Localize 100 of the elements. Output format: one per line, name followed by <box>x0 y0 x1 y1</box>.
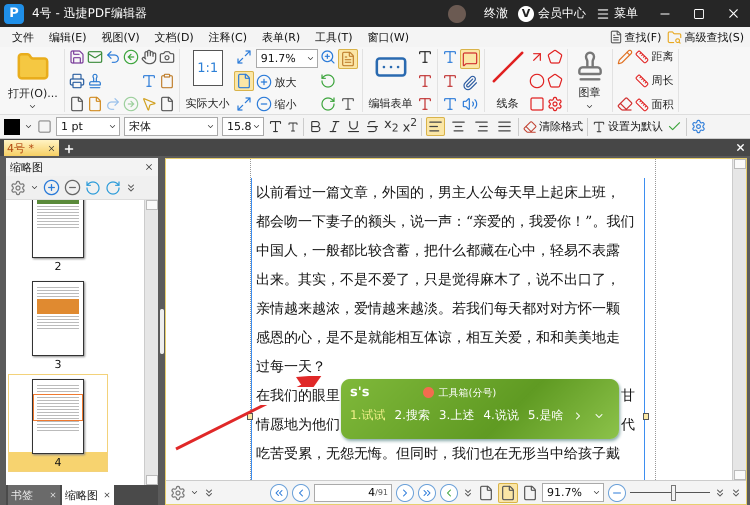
single-page-icon[interactable] <box>478 484 494 500</box>
text-callout-icon[interactable] <box>416 96 433 112</box>
font-shrink-icon[interactable] <box>287 120 299 132</box>
open-button[interactable]: 打开(O)... <box>6 49 60 112</box>
two-page-icon[interactable] <box>522 484 538 500</box>
line-width-dropdown[interactable]: 1 pt <box>56 117 120 136</box>
line-icon[interactable] <box>490 50 525 84</box>
subscript-button[interactable]: x$_{2}$ <box>384 118 399 135</box>
back-icon[interactable] <box>122 49 139 65</box>
rotate-left-icon[interactable] <box>85 180 101 196</box>
scrollbar[interactable] <box>732 159 746 480</box>
search-icon[interactable] <box>608 30 622 44</box>
ruler-icon[interactable] <box>634 50 649 64</box>
fit-visible-icon[interactable] <box>236 96 252 112</box>
close-icon[interactable] <box>144 162 154 172</box>
more-icon[interactable] <box>125 182 137 194</box>
close-icon[interactable] <box>47 144 56 152</box>
page-thumbnail[interactable]: 3 <box>8 276 108 374</box>
document-icon[interactable] <box>68 96 85 112</box>
strikeout-icon[interactable] <box>442 72 458 88</box>
color-swatch[interactable] <box>4 118 20 134</box>
fit-page-icon[interactable] <box>236 49 252 65</box>
eraser-icon[interactable] <box>523 120 538 134</box>
dropdown-caret-icon[interactable] <box>24 122 33 131</box>
undo-icon[interactable] <box>104 49 121 65</box>
dropdown-caret-icon[interactable] <box>592 488 601 497</box>
mail-icon[interactable] <box>86 49 103 65</box>
font-grow-icon[interactable] <box>268 119 283 134</box>
zoom-out-icon[interactable] <box>256 96 272 112</box>
avatar[interactable] <box>448 4 466 22</box>
rotate-left-icon[interactable] <box>320 72 336 88</box>
menu-item[interactable]: 表单(R) <box>256 30 310 44</box>
square-icon[interactable] <box>528 96 545 112</box>
menu-item[interactable]: 工具(T) <box>309 30 362 44</box>
text-icon[interactable] <box>592 120 606 134</box>
pentagon-icon[interactable] <box>546 72 563 88</box>
dropdown-caret-icon[interactable] <box>306 54 315 63</box>
zoom-out-button[interactable] <box>608 484 626 502</box>
text-box-icon[interactable] <box>416 72 433 88</box>
font-size-dropdown[interactable]: 15.8 <box>222 117 264 136</box>
camera-icon[interactable] <box>158 49 175 65</box>
dropdown-caret-icon[interactable] <box>30 183 39 192</box>
strikethrough-icon[interactable] <box>365 119 380 134</box>
dropdown-caret-icon[interactable] <box>206 122 215 131</box>
more-icon[interactable] <box>714 486 726 498</box>
ruler-icon[interactable] <box>634 74 649 88</box>
zoom-dropdown[interactable]: 91.7% <box>256 49 318 68</box>
dropdown-caret-icon[interactable] <box>252 122 261 131</box>
more-icon[interactable] <box>203 486 215 498</box>
paperclip-icon[interactable] <box>462 74 478 90</box>
close-icon[interactable] <box>103 491 111 499</box>
zoom-dropdown[interactable]: 91.7% <box>542 483 604 502</box>
underline-text-icon[interactable] <box>442 96 458 112</box>
measure-tool-button[interactable]: 周长 <box>634 73 674 88</box>
zoom-in-icon[interactable] <box>256 74 272 90</box>
advanced-search-button[interactable]: 高级查找(S) <box>667 30 744 44</box>
menu-link[interactable]: 菜单 <box>614 5 638 22</box>
magnifier-icon[interactable] <box>320 49 336 65</box>
prev-page-button[interactable] <box>292 484 310 502</box>
italic-icon[interactable] <box>327 119 342 134</box>
eraser-icon[interactable] <box>616 96 633 112</box>
bold-icon[interactable] <box>308 119 323 134</box>
edit-text-icon[interactable] <box>340 51 356 67</box>
menu-item[interactable]: 窗口(W) <box>362 30 418 44</box>
superscript-button[interactable]: x$^{2}$ <box>402 118 418 135</box>
dropdown-caret-icon[interactable] <box>585 102 594 111</box>
stamp-button[interactable]: 图章 <box>572 49 608 112</box>
clear-format-button[interactable]: 清除格式 <box>523 119 584 134</box>
first-page-button[interactable] <box>270 484 288 502</box>
page-field[interactable]: 4/91 <box>314 484 392 502</box>
zoom-in-button[interactable]: 放大 <box>256 74 297 90</box>
zoom-in-icon[interactable] <box>43 179 60 196</box>
continuous-page-icon[interactable] <box>500 484 516 500</box>
text-field-icon[interactable] <box>416 49 433 65</box>
member-center-link[interactable]: 会员中心 <box>538 5 586 22</box>
align-button[interactable] <box>426 117 446 136</box>
measure-tool-button[interactable]: 距离 <box>634 49 674 64</box>
last-page-button[interactable] <box>418 484 436 502</box>
zoom-out-button[interactable]: 缩小 <box>256 96 297 112</box>
settings-icon[interactable] <box>170 484 186 500</box>
dropdown-caret-icon[interactable] <box>190 488 199 497</box>
resize-handle[interactable] <box>643 413 649 420</box>
print-icon[interactable] <box>68 72 85 88</box>
underline-icon[interactable] <box>346 119 361 134</box>
menu-icon[interactable] <box>596 6 610 20</box>
settings-icon[interactable] <box>691 119 706 134</box>
document-tab[interactable]: 4号 * <box>4 140 59 156</box>
ruler-icon[interactable] <box>634 98 649 112</box>
user-name[interactable]: 终澈 <box>484 5 508 22</box>
maximize-icon[interactable] <box>693 8 705 20</box>
page-thumbnail[interactable]: 4 <box>8 374 108 472</box>
zoom-out-icon[interactable] <box>64 179 81 196</box>
hand-icon[interactable] <box>140 49 157 65</box>
page-icon[interactable] <box>158 96 175 112</box>
menu-item[interactable]: 文档(D) <box>148 30 203 44</box>
save-icon[interactable] <box>68 49 85 65</box>
more-icon[interactable] <box>730 486 742 498</box>
font-dropdown[interactable]: 宋体 <box>124 117 218 136</box>
set-default-button[interactable]: 设置为默认 <box>592 119 664 134</box>
panel-tab[interactable]: 缩略图 <box>62 485 114 505</box>
